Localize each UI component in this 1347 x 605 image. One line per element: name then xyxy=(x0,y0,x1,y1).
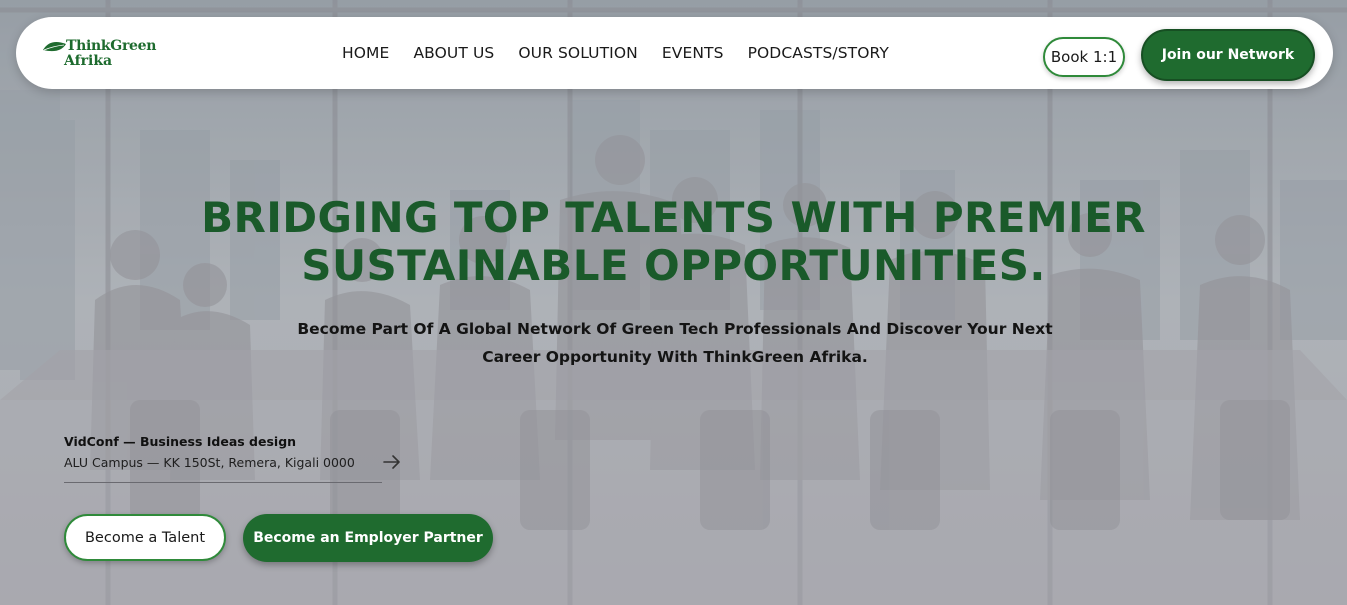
talent-button-label: Become a Talent xyxy=(84,529,206,546)
nav-item-home[interactable]: HOME xyxy=(342,44,389,62)
hero-subtitle-line1: Become Part Of A Global Network Of Green… xyxy=(297,320,1053,338)
event-location: ALU Campus — KK 150St, Remera, Kigali 00… xyxy=(64,455,355,470)
book-one-on-one-button[interactable]: Book 1:1 xyxy=(1043,37,1125,77)
hero-subtitle-line2: Career Opportunity With ThinkGreen Afrik… xyxy=(482,348,868,366)
nav-item-about-us[interactable]: ABOUT US xyxy=(413,44,494,62)
logo-text-thinkgreen: ThinkGreen xyxy=(66,38,157,54)
top-navbar: ThinkGreen Afrika HOME ABOUT US OUR SOLU… xyxy=(16,17,1333,89)
hero-section: ThinkGreen Afrika HOME ABOUT US OUR SOLU… xyxy=(0,0,1347,605)
become-talent-button[interactable]: Become a Talent xyxy=(64,514,226,561)
event-title: VidConf — Business Ideas design xyxy=(64,434,297,449)
join-network-button[interactable]: Join our Network xyxy=(1141,29,1315,81)
nav-item-our-solution[interactable]: OUR SOLUTION xyxy=(518,44,638,62)
nav-item-events[interactable]: EVENTS xyxy=(662,44,724,62)
hero-headline-line1: BRIDGING TOP TALENTS WITH PREMIER xyxy=(201,193,1146,242)
nav-item-podcasts-story[interactable]: PODCASTS/STORY xyxy=(748,44,889,62)
arrow-right-icon[interactable] xyxy=(382,454,402,470)
main-nav: HOME ABOUT US OUR SOLUTION EVENTS PODCAS… xyxy=(342,44,889,62)
brand-logo[interactable]: ThinkGreen Afrika xyxy=(42,38,162,70)
leaf-icon xyxy=(43,42,66,52)
become-employer-partner-button[interactable]: Become an Employer Partner xyxy=(243,514,493,562)
hero-headline: BRIDGING TOP TALENTS WITH PREMIER SUSTAI… xyxy=(0,194,1347,290)
employer-button-label: Become an Employer Partner xyxy=(253,530,483,546)
hero-headline-line2: SUSTAINABLE OPPORTUNITIES. xyxy=(301,241,1046,290)
event-card[interactable]: VidConf — Business Ideas design ALU Camp… xyxy=(64,434,400,483)
hero-subtitle: Become Part Of A Global Network Of Green… xyxy=(290,315,1060,371)
logo-text-afrika: Afrika xyxy=(64,53,113,69)
join-button-label: Join our Network xyxy=(1161,47,1295,63)
book-button-label: Book 1:1 xyxy=(1050,48,1118,66)
